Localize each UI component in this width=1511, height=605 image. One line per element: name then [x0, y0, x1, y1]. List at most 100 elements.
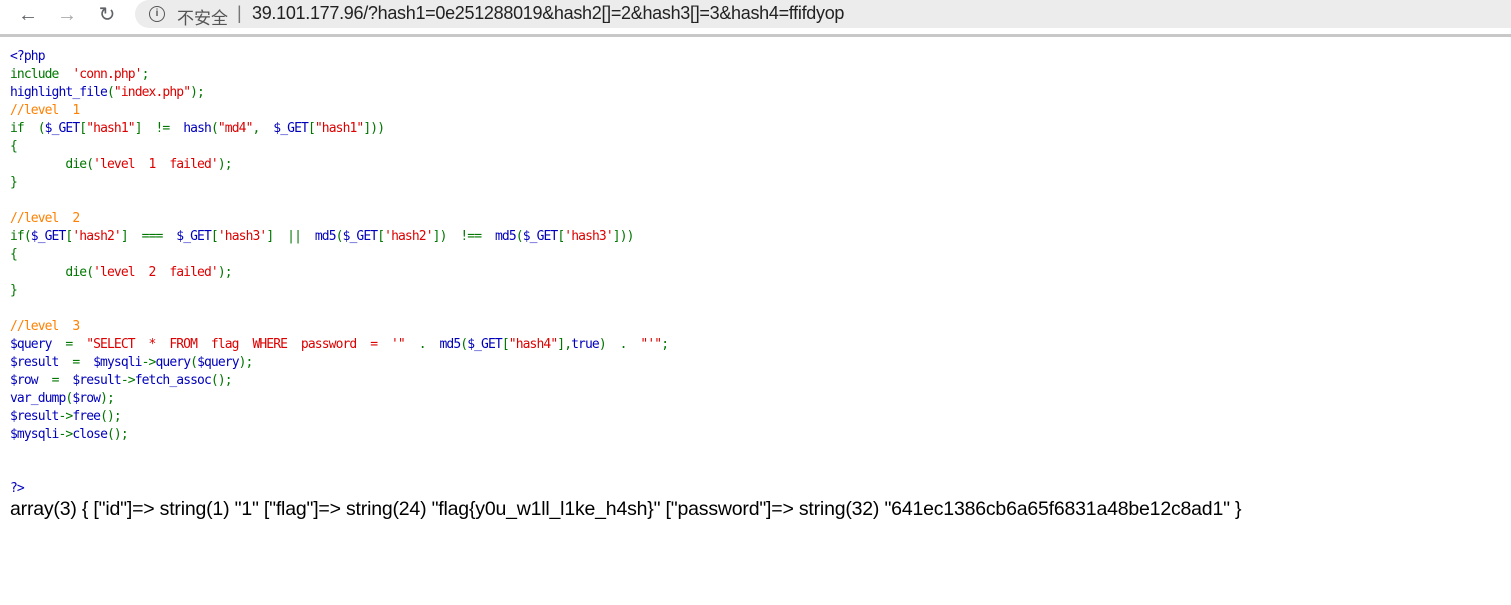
- code-token: md5: [439, 337, 461, 352]
- code-token: ->: [141, 355, 157, 370]
- code-token: (: [515, 229, 524, 244]
- code-token: $_GET: [467, 337, 503, 352]
- code-token: if (: [10, 121, 46, 136]
- code-line: $result = $mysqli->query($query);: [10, 354, 668, 372]
- code-line: $mysqli->close();: [10, 426, 668, 444]
- url-text[interactable]: 39.101.177.96/?hash1=0e251288019&hash2[]…: [252, 3, 844, 24]
- security-label[interactable]: 不安全: [177, 4, 228, 29]
- code-token: }: [10, 175, 18, 190]
- code-token: $_GET: [273, 121, 309, 136]
- code-token: fetch_assoc: [134, 373, 212, 388]
- code-token: (: [106, 85, 115, 100]
- code-token: if(: [10, 229, 32, 244]
- code-token: md5: [495, 229, 517, 244]
- code-token: 'level 2 failed': [93, 265, 219, 280]
- code-token: "hash1": [314, 121, 364, 136]
- code-line: }: [10, 174, 668, 192]
- code-token: ] !=: [134, 121, 184, 136]
- code-token: $mysqli: [10, 427, 59, 442]
- code-token: [: [210, 229, 219, 244]
- code-line: $query = "SELECT * FROM flag WHERE passw…: [10, 336, 669, 354]
- code-token: );: [238, 355, 254, 370]
- code-token: $row: [72, 391, 101, 406]
- code-token: ?>: [10, 481, 25, 496]
- reload-button[interactable]: ↻: [93, 3, 121, 27]
- code-line: //level 3: [10, 318, 668, 336]
- code-token: true: [571, 337, 600, 352]
- code-line: //level 2: [10, 210, 668, 228]
- code-token: {: [10, 247, 18, 262]
- code-token: include: [10, 67, 73, 82]
- code-token: ],: [557, 337, 572, 352]
- code-token: 'hash3': [564, 229, 613, 244]
- code-token: $result: [72, 373, 121, 388]
- code-token: 'conn.php': [72, 67, 142, 82]
- code-line: ?>: [10, 480, 668, 498]
- arrow-left-icon: ←: [18, 4, 38, 26]
- code-token: ->: [58, 409, 74, 424]
- code-token: highlight_file: [10, 85, 108, 100]
- info-circle-icon[interactable]: i: [149, 6, 165, 22]
- code-token: ->: [58, 427, 74, 442]
- code-line: die('level 2 failed');: [10, 264, 668, 282]
- code-token: //level 2: [10, 211, 80, 226]
- code-token: ();: [107, 427, 129, 442]
- reload-icon: ↻: [98, 4, 116, 26]
- code-token: "md4": [217, 121, 254, 136]
- code-line: highlight_file("index.php");: [10, 84, 668, 102]
- code-line: //level 1: [10, 102, 668, 120]
- code-token: ])): [363, 121, 385, 136]
- php-source-code: <?php include 'conn.php'; highlight_file("…: [10, 48, 669, 498]
- arrow-right-icon: →: [57, 4, 77, 26]
- code-token: 'level 1 failed': [93, 157, 219, 172]
- back-button[interactable]: ←: [14, 3, 42, 27]
- code-line: {: [10, 246, 668, 264]
- code-line: {: [10, 138, 668, 156]
- code-token: ;: [141, 67, 150, 82]
- code-token: ])): [612, 229, 635, 244]
- browser-toolbar: ← → ↻ i 不安全 | 39.101.177.96/?hash1=0e251…: [0, 0, 1511, 37]
- code-token: ] ||: [266, 229, 315, 244]
- code-token: ,: [252, 121, 274, 136]
- code-token: "'": [640, 337, 662, 352]
- code-token: {: [10, 139, 18, 154]
- code-token: $row: [10, 373, 52, 388]
- code-token: //level 3: [10, 319, 80, 334]
- code-token: <?php: [10, 49, 46, 64]
- code-line: include 'conn.php';: [10, 66, 668, 84]
- code-token: "hash4": [508, 337, 558, 352]
- forward-button[interactable]: →: [53, 3, 81, 27]
- code-token: ->: [120, 373, 136, 388]
- address-bar[interactable]: i 不安全 | 39.101.177.96/?hash1=0e251288019…: [135, 0, 1511, 28]
- code-token: 'hash3': [217, 229, 267, 244]
- code-token: );: [100, 391, 115, 406]
- code-line: if($_GET['hash2'] === $_GET['hash3'] || …: [10, 228, 668, 246]
- separator: |: [237, 3, 242, 23]
- code-line: $result->free();: [10, 408, 668, 426]
- code-token: ]) !==: [432, 229, 495, 244]
- code-line: if ($_GET["hash1"] != hash("md4", $_GET[…: [10, 120, 668, 138]
- code-line: <?php: [10, 48, 668, 66]
- code-token: (: [335, 229, 344, 244]
- code-token: query: [155, 355, 191, 370]
- code-token: $_GET: [44, 121, 81, 136]
- code-token: "SELECT * FROM flag WHERE password = '": [86, 337, 419, 352]
- code-token: hash: [183, 121, 212, 136]
- code-token: .: [418, 337, 440, 352]
- code-line: var_dump($row);: [10, 390, 668, 408]
- code-token: $result: [10, 409, 59, 424]
- code-token: (: [210, 121, 219, 136]
- code-token: "hash1": [86, 121, 135, 136]
- code-token: );: [217, 265, 233, 280]
- code-token: $query: [197, 355, 239, 370]
- code-token: $_GET: [342, 229, 379, 244]
- code-token: ();: [210, 373, 233, 388]
- code-token: =: [72, 355, 94, 370]
- code-token: $mysqli: [93, 355, 142, 370]
- code-token: md5: [314, 229, 337, 244]
- code-token: "index.php": [113, 85, 191, 100]
- code-token: ] ===: [120, 229, 177, 244]
